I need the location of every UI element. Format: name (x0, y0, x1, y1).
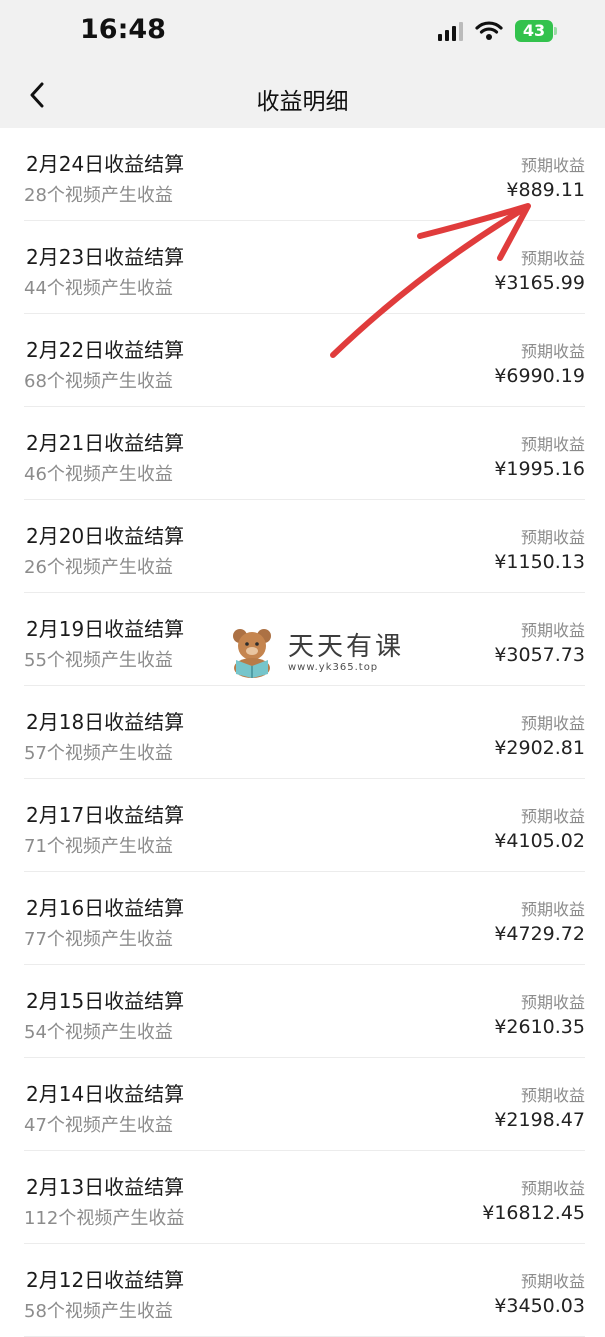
settlement-date-title: 2月19日收益结算 (26, 617, 185, 641)
expected-earnings-label: 预期收益 (520, 1272, 585, 1291)
video-count-text: 28个视频产生收益 (24, 185, 173, 206)
settlement-date-title: 2月13日收益结算 (26, 1175, 185, 1199)
expected-earnings-label: 预期收益 (520, 900, 585, 919)
watermark-url: www.yk365.top (288, 661, 379, 673)
list-item[interactable]: 2月21日收益结算 46个视频产生收益 预期收益 ¥1995.16 (24, 407, 585, 500)
watermark: 天天有课 www.yk365.top (226, 626, 404, 678)
list-item[interactable]: 2月13日收益结算 112个视频产生收益 预期收益 ¥16812.45 (24, 1151, 585, 1244)
list-item[interactable]: 2月24日收益结算 28个视频产生收益 预期收益 ¥889.11 (24, 128, 585, 221)
list-item[interactable]: 2月12日收益结算 58个视频产生收益 预期收益 ¥3450.03 (24, 1244, 585, 1337)
expected-earnings-amount: ¥16812.45 (482, 1202, 585, 1224)
status-icons: 43 (438, 20, 557, 42)
list-item[interactable]: 2月14日收益结算 47个视频产生收益 预期收益 ¥2198.47 (24, 1058, 585, 1151)
list-item[interactable]: 2月18日收益结算 57个视频产生收益 预期收益 ¥2902.81 (24, 686, 585, 779)
expected-earnings-amount: ¥2610.35 (494, 1016, 585, 1038)
expected-earnings-amount: ¥6990.19 (494, 365, 585, 387)
video-count-text: 71个视频产生收益 (24, 836, 173, 857)
bear-reading-icon (233, 629, 271, 678)
expected-earnings-amount: ¥3057.73 (494, 644, 585, 666)
video-count-text: 26个视频产生收益 (24, 557, 173, 578)
wifi-icon (475, 21, 503, 40)
video-count-text: 54个视频产生收益 (24, 1022, 173, 1043)
video-count-text: 112个视频产生收益 (24, 1208, 185, 1229)
status-time: 16:48 (80, 14, 166, 45)
video-count-text: 57个视频产生收益 (24, 743, 173, 764)
expected-earnings-label: 预期收益 (520, 1086, 585, 1105)
settlement-date-title: 2月22日收益结算 (26, 338, 185, 362)
list-item[interactable]: 2月20日收益结算 26个视频产生收益 预期收益 ¥1150.13 (24, 500, 585, 593)
expected-earnings-label: 预期收益 (520, 714, 585, 733)
settlement-date-title: 2月21日收益结算 (26, 431, 185, 455)
earnings-list: 2月24日收益结算 28个视频产生收益 预期收益 ¥889.11 2月23日收益… (0, 128, 605, 1337)
video-count-text: 58个视频产生收益 (24, 1301, 173, 1322)
watermark-text: 天天有课 www.yk365.top (288, 632, 404, 673)
expected-earnings-amount: ¥1150.13 (494, 551, 585, 573)
video-count-text: 46个视频产生收益 (24, 464, 173, 485)
expected-earnings-amount: ¥4729.72 (494, 923, 585, 945)
settlement-date-title: 2月16日收益结算 (26, 896, 185, 920)
expected-earnings-label: 预期收益 (520, 528, 585, 547)
expected-earnings-label: 预期收益 (520, 249, 585, 268)
settlement-date-title: 2月23日收益结算 (26, 245, 185, 269)
expected-earnings-label: 预期收益 (520, 435, 585, 454)
expected-earnings-label: 预期收益 (520, 1179, 585, 1198)
settlement-date-title: 2月24日收益结算 (26, 152, 185, 176)
video-count-text: 44个视频产生收益 (24, 278, 173, 299)
navigation-bar: 收益明细 (0, 62, 605, 128)
settlement-date-title: 2月14日收益结算 (26, 1082, 185, 1106)
settlement-date-title: 2月12日收益结算 (26, 1268, 185, 1292)
settlement-date-title: 2月17日收益结算 (26, 803, 185, 827)
status-bar: 16:48 43 (0, 0, 605, 62)
cellular-signal-icon (438, 21, 463, 41)
list-item[interactable]: 2月23日收益结算 44个视频产生收益 预期收益 ¥3165.99 (24, 221, 585, 314)
watermark-title: 天天有课 (288, 631, 405, 662)
expected-earnings-amount: ¥4105.02 (494, 830, 585, 852)
battery-icon: 43 (515, 20, 557, 42)
video-count-text: 68个视频产生收益 (24, 371, 173, 392)
expected-earnings-amount: ¥2198.47 (494, 1109, 585, 1131)
expected-earnings-label: 预期收益 (520, 342, 585, 361)
settlement-date-title: 2月15日收益结算 (26, 989, 185, 1013)
settlement-date-title: 2月20日收益结算 (26, 524, 185, 548)
expected-earnings-amount: ¥2902.81 (494, 737, 585, 759)
expected-earnings-amount: ¥889.11 (506, 179, 585, 201)
video-count-text: 77个视频产生收益 (24, 929, 173, 950)
expected-earnings-label: 预期收益 (520, 621, 585, 640)
expected-earnings-label: 预期收益 (520, 156, 585, 175)
video-count-text: 47个视频产生收益 (24, 1115, 173, 1136)
expected-earnings-amount: ¥3450.03 (494, 1295, 585, 1317)
expected-earnings-amount: ¥1995.16 (494, 458, 585, 480)
video-count-text: 55个视频产生收益 (24, 650, 173, 671)
expected-earnings-label: 预期收益 (520, 993, 585, 1012)
expected-earnings-label: 预期收益 (520, 807, 585, 826)
page-title: 收益明细 (256, 89, 349, 115)
list-item[interactable]: 2月22日收益结算 68个视频产生收益 预期收益 ¥6990.19 (24, 314, 585, 407)
list-item[interactable]: 2月16日收益结算 77个视频产生收益 预期收益 ¥4729.72 (24, 872, 585, 965)
expected-earnings-amount: ¥3165.99 (494, 272, 585, 294)
list-item[interactable]: 2月17日收益结算 71个视频产生收益 预期收益 ¥4105.02 (24, 779, 585, 872)
list-item[interactable]: 2月15日收益结算 54个视频产生收益 预期收益 ¥2610.35 (24, 965, 585, 1058)
settlement-date-title: 2月18日收益结算 (26, 710, 185, 734)
